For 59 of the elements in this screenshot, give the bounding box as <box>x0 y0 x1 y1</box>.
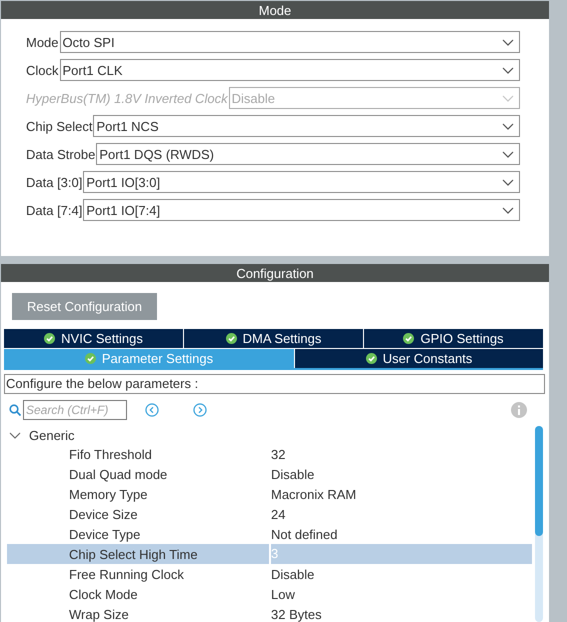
parameter-value: 32 <box>271 446 286 462</box>
dropdown[interactable]: Port1 CLK <box>60 59 520 81</box>
parameter-value: 3 <box>269 544 532 564</box>
field-label: Chip Select <box>26 118 94 134</box>
dropdown[interactable]: Octo SPI <box>60 31 520 53</box>
scrollbar-thumb[interactable] <box>535 426 543 536</box>
dropdown[interactable]: Port1 IO[7:4] <box>83 199 520 221</box>
field-label: Mode <box>26 34 60 50</box>
previous-icon <box>145 403 159 417</box>
field-label: Data [7:4] <box>26 202 84 218</box>
parameter-value: 32 Bytes <box>271 606 323 622</box>
tab[interactable]: User Constants <box>295 349 543 368</box>
chevron-down-icon <box>502 122 514 130</box>
check-icon <box>44 333 56 344</box>
chevron-down-icon <box>502 150 514 158</box>
parameter-value: Disable <box>271 566 316 582</box>
chevron-down-icon <box>502 206 514 214</box>
chevron-down-icon <box>502 178 514 186</box>
parameter-name: Fifo Threshold <box>68 446 153 462</box>
tab[interactable]: NVIC Settings <box>4 329 183 348</box>
parameter-value: Not defined <box>271 526 338 542</box>
field-label: Data Strobe <box>26 146 96 162</box>
search-icon <box>9 404 21 416</box>
panel-header: Mode <box>1 1 549 19</box>
scrollbar[interactable] <box>535 426 543 622</box>
dropdown[interactable]: Port1 NCS <box>93 115 520 137</box>
chevron-down-icon <box>502 94 514 102</box>
chevron-down-icon <box>502 38 514 46</box>
parameter-name: Device Type <box>68 526 142 542</box>
parameter-name: Clock Mode <box>68 586 139 602</box>
chevron-down-icon <box>502 66 514 74</box>
description-text: Configure the below parameters : <box>4 374 545 394</box>
field-label: HyperBus(TM) 1.8V Inverted Clock <box>26 90 229 106</box>
field-label: Data [3:0] <box>26 174 84 190</box>
dropdown[interactable]: Port1 DQS (RWDS) <box>96 143 520 165</box>
parameter-name: Chip Select High Time <box>68 546 199 562</box>
parameter-name: Device Size <box>68 506 139 522</box>
info-icon <box>511 402 527 418</box>
check-icon <box>403 333 414 344</box>
tab[interactable]: GPIO Settings <box>364 329 543 348</box>
selected-row[interactable]: Chip Select High Time 3 <box>7 544 532 564</box>
check-icon <box>226 333 237 344</box>
parameter-value: Macronix RAM <box>271 486 358 502</box>
parameter-value: Disable <box>271 466 316 482</box>
next-icon <box>193 403 207 417</box>
check-icon <box>84 353 96 364</box>
parameter-name: Memory Type <box>68 486 149 502</box>
panel-header: Configuration <box>1 264 549 282</box>
field-label: Clock <box>26 62 60 78</box>
search-field[interactable]: Search (Ctrl+F) <box>23 400 127 420</box>
check-icon <box>366 353 377 364</box>
parameter-name: Wrap Size <box>68 606 130 622</box>
parameter-name: Dual Quad mode <box>68 466 168 482</box>
group-label[interactable]: Generic <box>29 428 75 442</box>
dropdown[interactable]: Port1 IO[3:0] <box>83 171 520 193</box>
parameter-value: Low <box>271 586 296 602</box>
parameter-name: Free Running Clock <box>68 566 185 582</box>
parameter-value: 24 <box>271 506 286 522</box>
tab[interactable]: DMA Settings <box>184 329 363 348</box>
